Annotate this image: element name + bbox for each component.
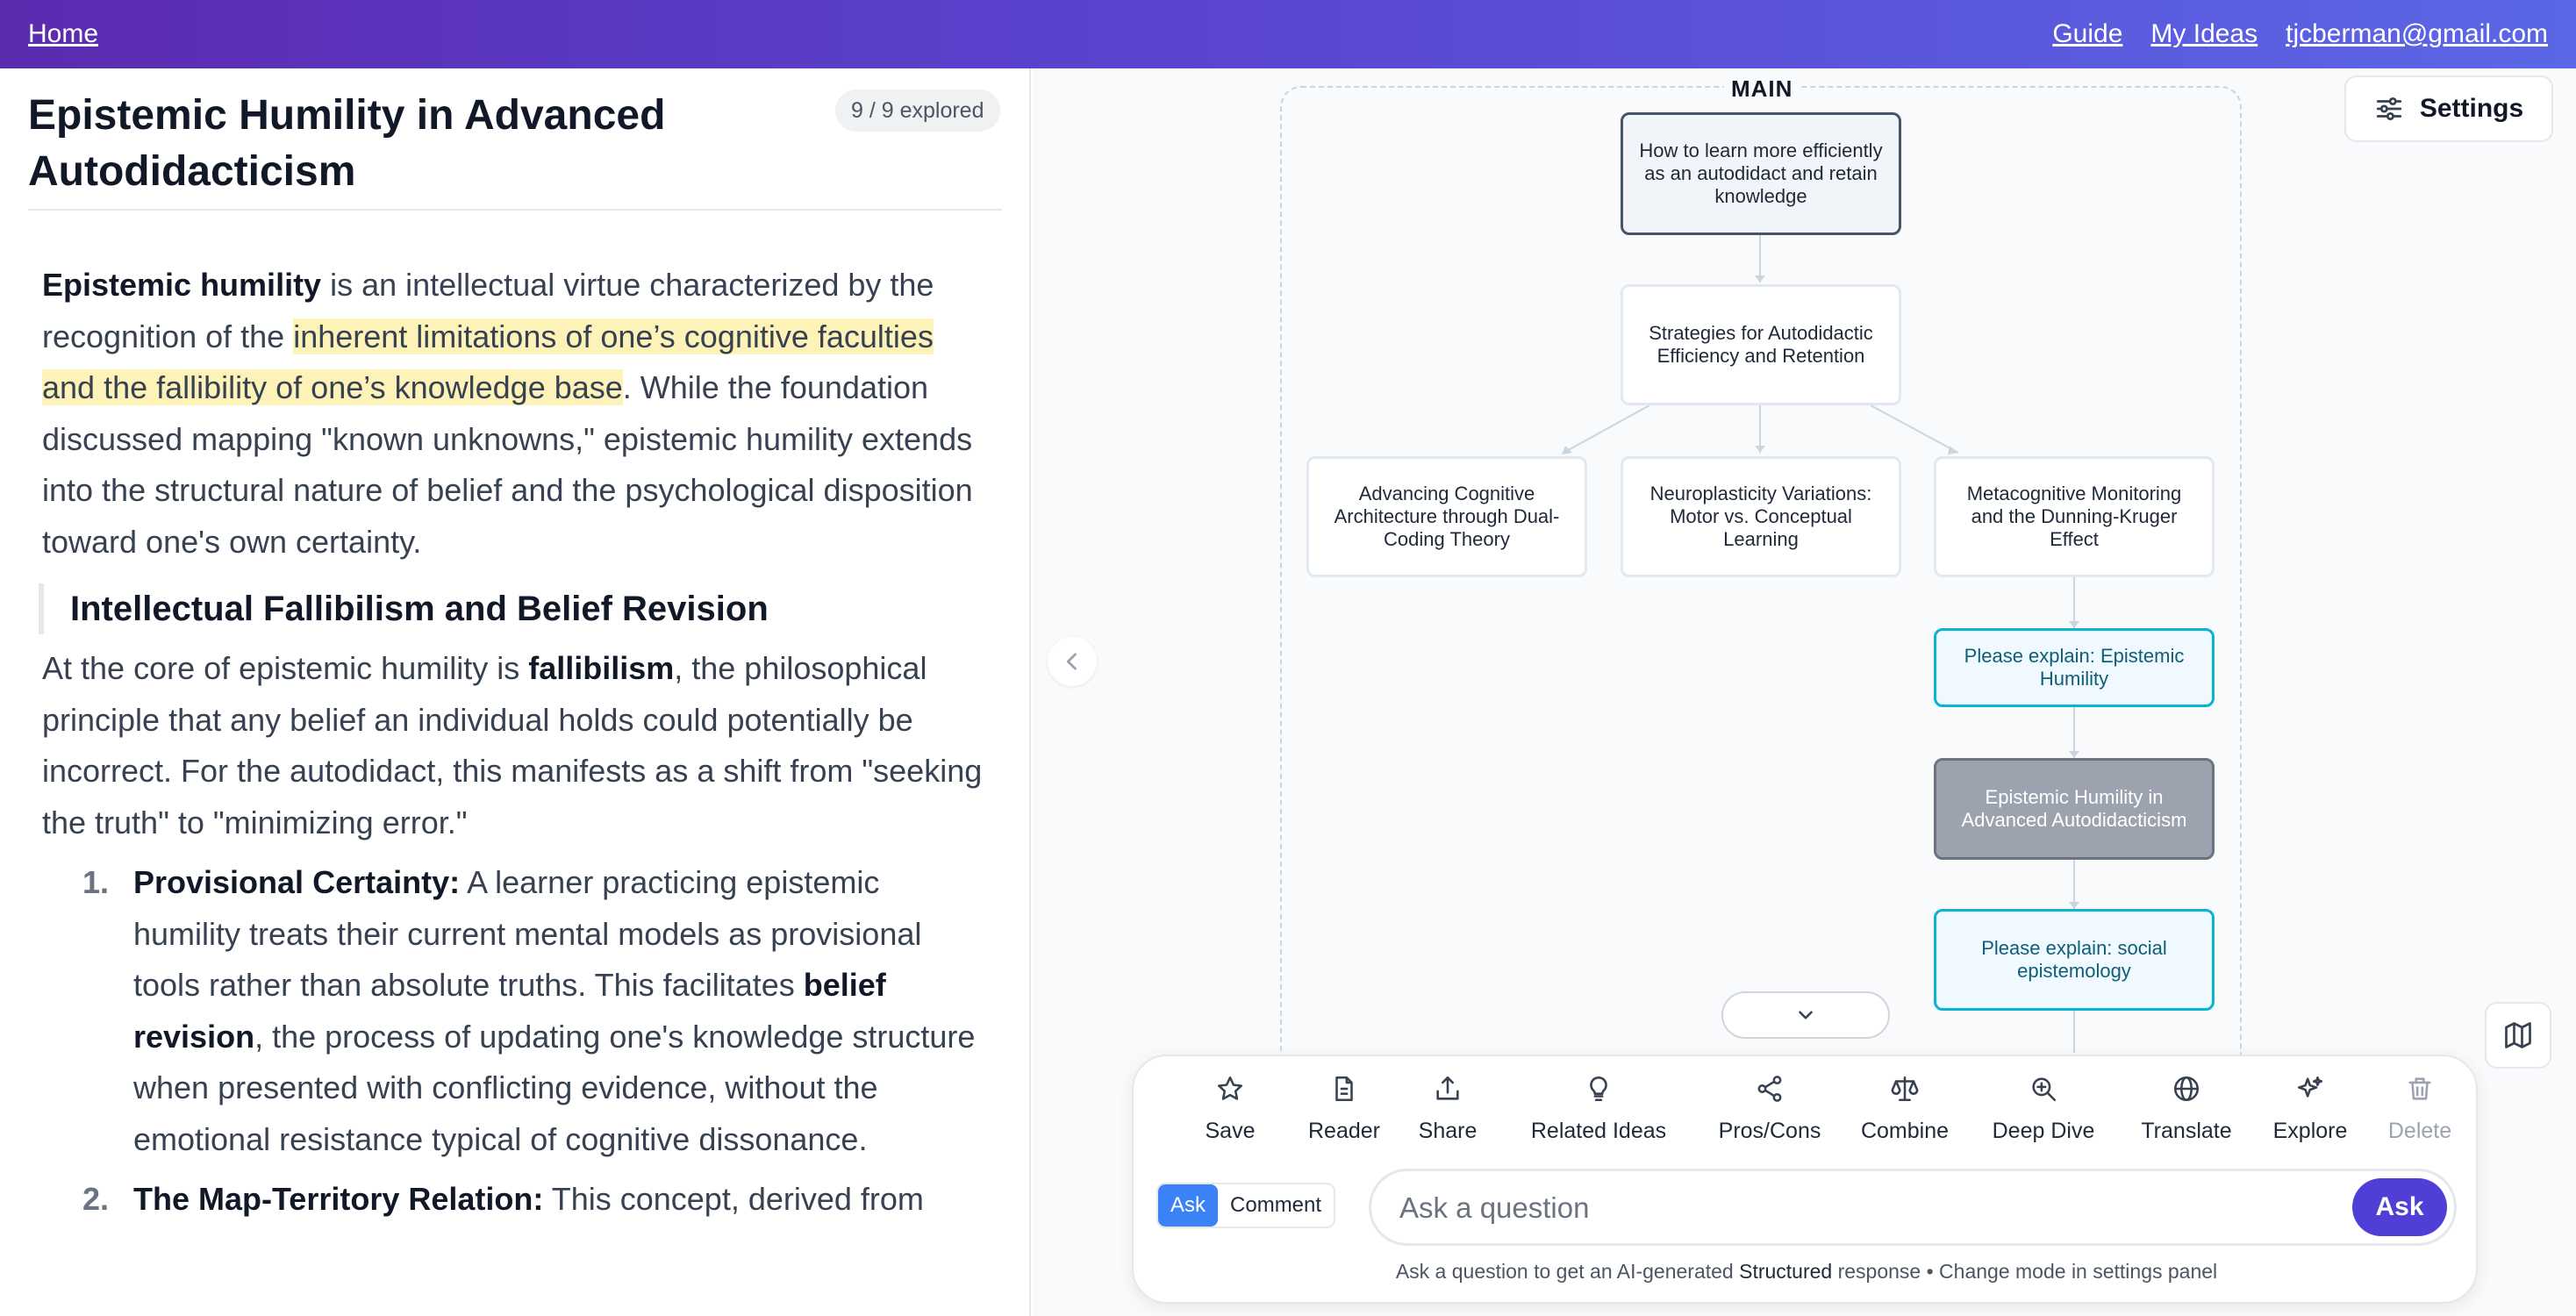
account-email-link[interactable]: tjcberman@gmail.com [2286,19,2548,49]
related-ideas-label: Related Ideas [1530,1119,1667,1143]
share-label: Share [1418,1119,1478,1143]
list-item-text: This concept, derived from [543,1181,924,1217]
share-nodes-icon [1757,1076,1782,1102]
deep-dive-label: Deep Dive [1992,1119,2095,1143]
zoom-in-icon [2032,1077,2057,1102]
term-bold: fallibilism [528,650,675,686]
title-divider [28,209,1002,211]
node-root-question[interactable]: How to learn more efficiently as an auto… [1621,112,1901,235]
list-item: 1. Provisional Certainty: A learner prac… [82,857,990,1165]
trash-icon [2408,1077,2431,1100]
list-item-text-continued: , the process of updating one's knowledg… [133,1018,976,1157]
settings-button[interactable]: Settings [2344,75,2553,142]
hint-mode-name: Structured [1739,1260,1833,1283]
ordered-list: 1. Provisional Certainty: A learner prac… [42,857,990,1226]
explored-progress-badge: 9 / 9 explored [835,89,1000,132]
my-ideas-link[interactable]: My Ideas [2150,19,2258,49]
chevron-left-icon [1066,653,1077,670]
translate-label: Translate [2141,1119,2232,1143]
related-ideas-button[interactable]: Related Ideas [1502,1074,1695,1144]
save-button[interactable]: Save [1195,1074,1265,1144]
action-panel: Save Reader Share Related Ideas Pros/Con… [1132,1055,2478,1304]
star-icon [1217,1076,1243,1100]
intro-paragraph: Epistemic humility is an intellectual vi… [42,260,990,568]
mode-comment-tab[interactable]: Comment [1218,1184,1334,1227]
deep-dive-button[interactable]: Deep Dive [1978,1074,2109,1144]
list-number: 2. [82,1181,110,1217]
expand-nodes-button[interactable] [1721,991,1890,1039]
mode-toggle: Ask Comment [1156,1183,1336,1228]
list-number: 1. [82,864,110,900]
map-icon [2505,1022,2531,1048]
node-dual-coding[interactable]: Advancing Cognitive Architecture through… [1306,456,1587,577]
hint-text: Ask a question to get an AI-generated [1395,1260,1740,1283]
translate-button[interactable]: Translate [2125,1074,2248,1144]
minimap-toggle-button[interactable] [2485,1002,2551,1069]
question-input[interactable] [1399,1187,2347,1229]
article-pane[interactable]: Epistemic Humility in Advanced Autodidac… [0,68,1031,1316]
node-ask-social-epistemology[interactable]: Please explain: social epistemology [1934,909,2215,1011]
sparkles-icon [2297,1076,2323,1098]
list-item-title: The Map-Territory Relation: [133,1181,544,1217]
scale-icon [1891,1076,1919,1102]
term-bold: Epistemic humility [42,267,322,303]
pros-cons-button[interactable]: Pros/Cons [1704,1074,1835,1144]
guide-link[interactable]: Guide [2052,19,2122,49]
group-label: MAIN [1724,75,1800,103]
node-strategies[interactable]: Strategies for Autodidactic Efficiency a… [1621,284,1901,405]
nav-links: Guide My Ideas tjcberman@gmail.com [2052,19,2548,49]
collapse-panel-button[interactable] [1048,637,1097,686]
list-item: 2. The Map-Territory Relation: This conc… [82,1174,990,1226]
hint-text-continued: response • Change mode in settings panel [1832,1260,2218,1283]
delete-label: Delete [2387,1119,2452,1143]
chevron-down-icon [1799,1011,1813,1019]
para-text: At the core of epistemic humility is [42,650,529,686]
node-current-topic[interactable]: Epistemic Humility in Advanced Autodidac… [1934,758,2215,860]
combine-label: Combine [1860,1119,1950,1143]
article-body: Epistemic humility is an intellectual vi… [39,260,990,1234]
mode-ask-tab[interactable]: Ask [1158,1184,1219,1227]
question-input-container: Ask [1369,1169,2457,1246]
mode-hint-text: Ask a question to get an AI-generated St… [1134,1260,2479,1284]
combine-button[interactable]: Combine [1848,1074,1962,1144]
article-title: Epistemic Humility in Advanced Autodidac… [28,92,666,195]
delete-button[interactable]: Delete [2376,1074,2464,1144]
list-item-title: Provisional Certainty: [133,864,461,900]
reader-button[interactable]: Reader [1296,1074,1392,1144]
sliders-icon [2376,97,2401,121]
top-nav-bar: Home Guide My Ideas tjcberman@gmail.com [0,0,2576,68]
explore-label: Explore [2272,1119,2348,1143]
save-label: Save [1205,1119,1256,1143]
document-icon [1335,1076,1353,1102]
reader-label: Reader [1308,1119,1380,1143]
globe-icon [2173,1076,2200,1102]
section-heading: Intellectual Fallibilism and Belief Revi… [39,583,990,634]
ask-submit-button[interactable]: Ask [2352,1178,2447,1236]
pros-cons-label: Pros/Cons [1718,1119,1821,1143]
node-metacognitive[interactable]: Metacognitive Monitoring and the Dunning… [1934,456,2215,577]
fallibilism-paragraph: At the core of epistemic humility is fal… [42,643,990,848]
explore-button[interactable]: Explore [2262,1074,2358,1144]
share-button[interactable]: Share [1404,1074,1492,1144]
home-link[interactable]: Home [28,19,98,49]
settings-label: Settings [2419,94,2524,123]
node-neuroplasticity[interactable]: Neuroplasticity Variations: Motor vs. Co… [1621,456,1901,577]
lightbulb-icon [1590,1076,1607,1102]
node-ask-epistemic-humility[interactable]: Please explain: Epistemic Humility [1934,628,2215,707]
upload-share-icon [1436,1076,1459,1100]
action-toolbar: Save Reader Share Related Ideas Pros/Con… [1160,1074,2451,1144]
